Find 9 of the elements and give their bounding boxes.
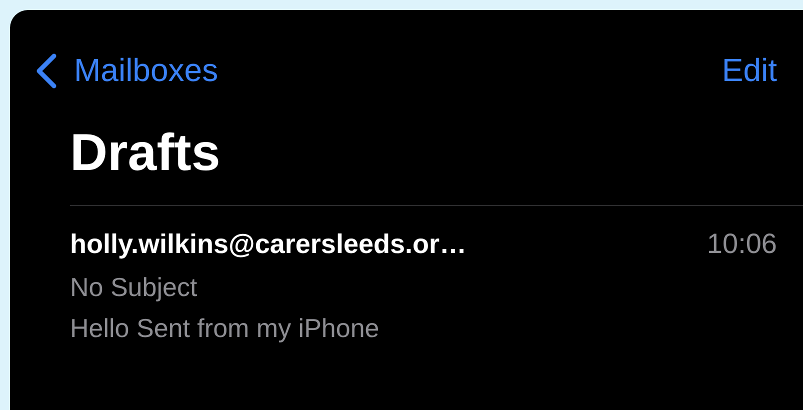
back-link[interactable]: Mailboxes: [34, 52, 218, 89]
message-subject: No Subject: [70, 272, 198, 303]
back-chevron-icon: [34, 52, 58, 88]
edit-button[interactable]: Edit: [722, 52, 777, 89]
sender-address: holly.wilkins@carersleeds.or…: [70, 229, 466, 260]
message-time: 10:06: [706, 228, 777, 260]
message-row[interactable]: holly.wilkins@carersleeds.or… 10:06 No Subject Hello Sent from my iPhone: [70, 206, 803, 344]
page-title: Drafts: [70, 127, 222, 179]
message-preview: Hello Sent from my iPhone: [70, 313, 380, 344]
